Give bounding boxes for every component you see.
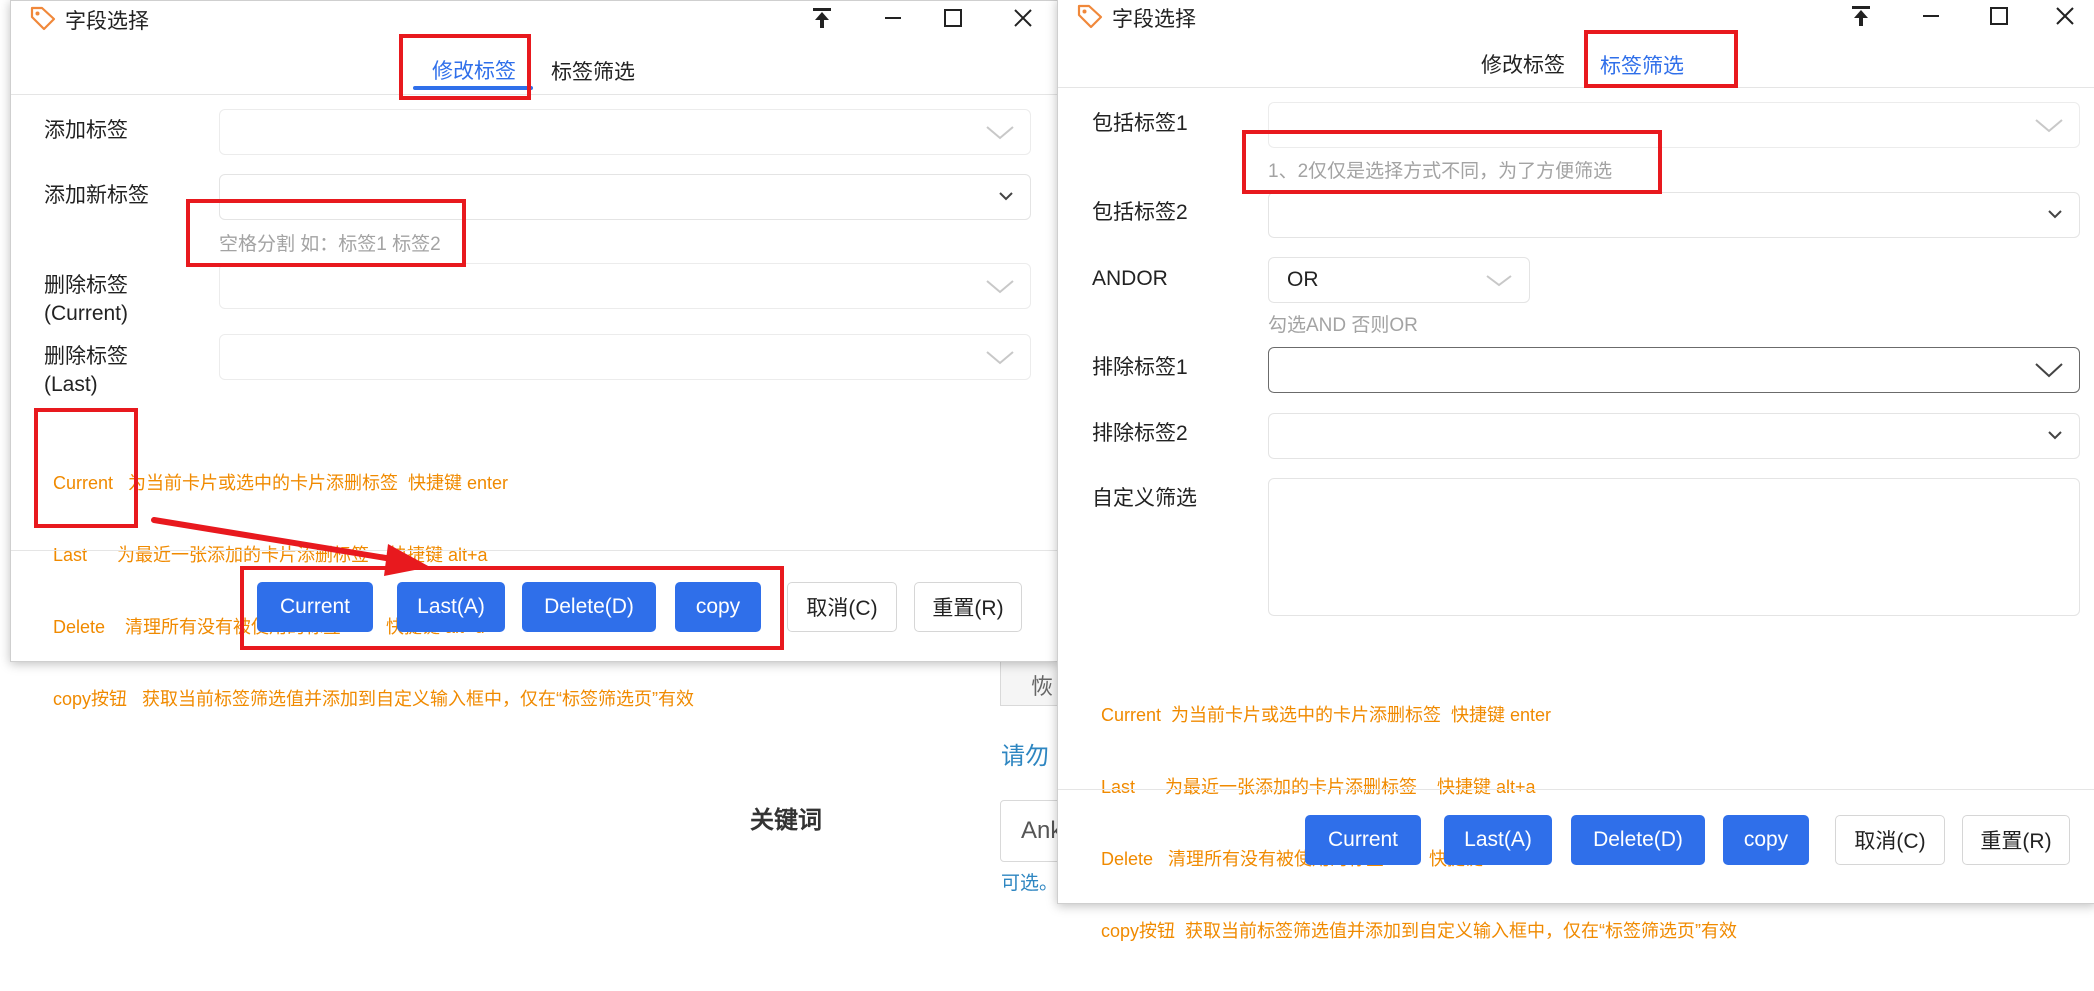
annotation-arrow bbox=[151, 517, 430, 576]
